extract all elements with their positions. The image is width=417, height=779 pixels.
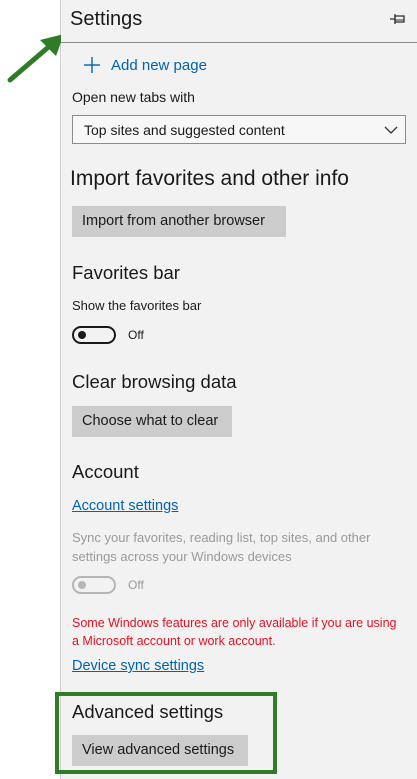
- browser-content-area: [0, 0, 60, 779]
- sync-description-line-2: settings across your Windows devices: [72, 549, 292, 564]
- settings-panel: Settings Add new page Open new tabs with…: [55, 0, 417, 779]
- sync-state: Off: [128, 578, 144, 592]
- sync-toggle[interactable]: [72, 576, 116, 594]
- clear-browsing-heading: Clear browsing data: [72, 371, 237, 392]
- chevron-down-icon: [384, 126, 398, 134]
- show-favorites-toggle[interactable]: [72, 326, 116, 344]
- account-heading: Account: [72, 461, 139, 482]
- warning-line-2: a Microsoft account or work account.: [72, 634, 276, 648]
- view-advanced-settings-button[interactable]: View advanced settings: [72, 735, 248, 766]
- open-new-tabs-select[interactable]: Top sites and suggested content: [72, 115, 406, 144]
- choose-what-to-clear-button[interactable]: Choose what to clear: [72, 406, 232, 437]
- device-sync-settings-link[interactable]: Device sync settings: [72, 658, 204, 674]
- pin-icon[interactable]: [389, 12, 407, 26]
- sync-description-line-1: Sync your favorites, reading list, top s…: [72, 530, 371, 545]
- settings-header: Settings: [61, 0, 417, 43]
- show-favorites-state: Off: [128, 328, 144, 342]
- toggle-knob: [78, 331, 86, 339]
- account-settings-link[interactable]: Account settings: [72, 498, 178, 514]
- favorites-bar-heading: Favorites bar: [72, 262, 180, 283]
- open-new-tabs-value: Top sites and suggested content: [84, 122, 285, 138]
- warning-line-1: Some Windows features are only available…: [72, 616, 397, 630]
- open-new-tabs-label: Open new tabs with: [72, 89, 195, 105]
- add-new-page-button[interactable]: Add new page: [83, 55, 207, 75]
- import-button[interactable]: Import from another browser: [72, 206, 286, 237]
- plus-icon: [84, 57, 100, 73]
- advanced-settings-heading: Advanced settings: [72, 701, 224, 722]
- page-title: Settings: [70, 8, 143, 30]
- toggle-knob: [78, 581, 86, 589]
- import-heading: Import favorites and other info: [70, 167, 349, 190]
- show-favorites-label: Show the favorites bar: [72, 298, 202, 313]
- add-new-page-label: Add new page: [111, 56, 207, 74]
